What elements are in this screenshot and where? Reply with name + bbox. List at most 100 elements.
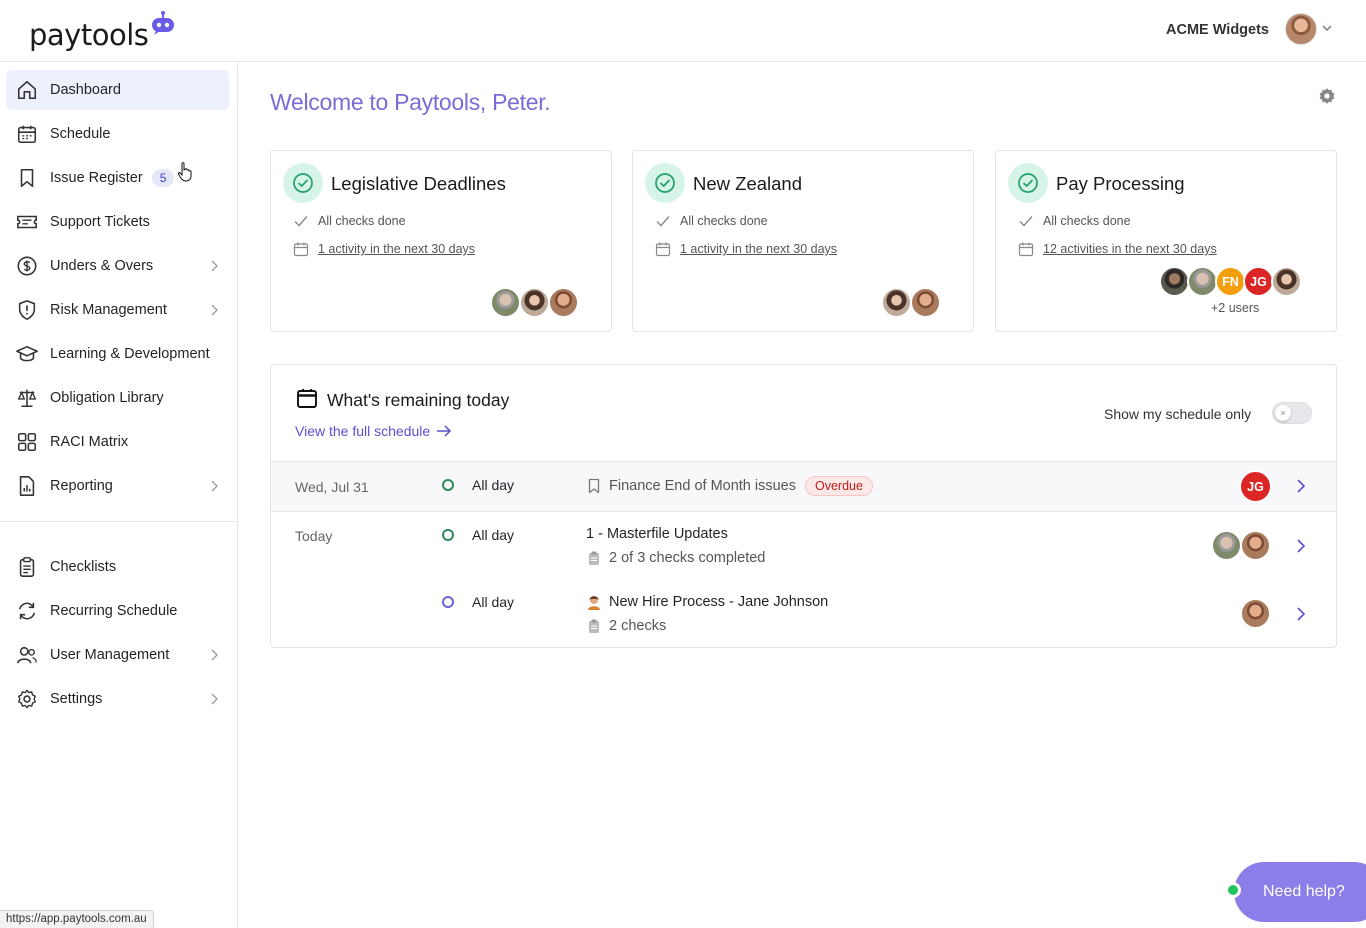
sidebar-item-settings[interactable]: Settings — [6, 679, 229, 719]
toggle-label: Show my schedule only — [1104, 406, 1252, 422]
shield-icon — [18, 300, 36, 321]
need-help-button[interactable]: Need help? — [1234, 862, 1366, 922]
schedule-row[interactable]: Wed, Jul 31 All day Finance End of Month… — [271, 461, 1336, 511]
row-date: Today — [295, 528, 333, 544]
chevron-down-icon[interactable] — [1321, 22, 1333, 34]
chevron-right-icon[interactable] — [1295, 538, 1307, 554]
sidebar-item-schedule[interactable]: Schedule — [6, 114, 229, 154]
sidebar-item-recurring-schedule[interactable]: Recurring Schedule — [6, 591, 229, 631]
avatar[interactable] — [490, 287, 521, 318]
chevron-right-icon[interactable] — [1295, 606, 1307, 622]
show-my-schedule-toggle[interactable]: × — [1272, 402, 1312, 424]
check-circle-icon — [283, 163, 323, 203]
card-status: All checks done — [293, 213, 406, 229]
avatar[interactable] — [1211, 530, 1242, 561]
robot-logo-icon — [152, 11, 175, 35]
dollar-icon — [17, 256, 37, 276]
card-pay-processing[interactable]: Pay Processing All checks done 12 activi… — [995, 150, 1337, 332]
card-activity: 1 activity in the next 30 days — [293, 241, 475, 257]
checkmark-icon — [656, 216, 670, 227]
schedule-group-today: Today All day 1 - Masterfile Updates 2 o… — [271, 511, 1336, 647]
avatar[interactable] — [1240, 530, 1271, 561]
row-title-text: Finance End of Month issues — [609, 478, 796, 494]
home-icon — [17, 80, 37, 100]
view-full-schedule-label: View the full schedule — [295, 423, 431, 439]
avatar-initials[interactable]: FN — [1215, 266, 1246, 297]
user-avatar[interactable] — [1285, 13, 1317, 45]
person-emoji-icon — [588, 596, 600, 610]
row-title[interactable]: New Hire Process - Jane Johnson — [586, 594, 828, 610]
row-title-text: New Hire Process - Jane Johnson — [609, 594, 829, 610]
assignee-avatar[interactable]: JG — [1239, 470, 1272, 503]
chevron-right-icon — [211, 693, 218, 705]
chevron-right-icon[interactable] — [1295, 478, 1307, 494]
checkmark-icon — [1019, 216, 1033, 227]
row-subtitle: 2 of 3 checks completed — [586, 550, 765, 566]
avatar[interactable] — [1187, 266, 1218, 297]
top-bar: paytools ACME Widgets — [0, 0, 1366, 62]
avatar[interactable] — [881, 287, 912, 318]
activity-link[interactable]: 12 activities in the next 30 days — [1043, 242, 1217, 256]
sidebar-item-learning-development[interactable]: Learning & Development — [6, 334, 229, 374]
sidebar-item-label: Learning & Development — [50, 346, 210, 362]
activity-link[interactable]: 1 activity in the next 30 days — [318, 242, 475, 256]
sidebar-item-raci-matrix[interactable]: RACI Matrix — [6, 422, 229, 462]
card-legislative-deadlines[interactable]: Legislative Deadlines All checks done 1 … — [270, 150, 612, 332]
gear-icon — [18, 689, 36, 709]
clipboard-icon — [589, 619, 599, 633]
sidebar-item-obligation-library[interactable]: Obligation Library — [6, 378, 229, 418]
clipboard-icon — [589, 551, 599, 565]
overdue-badge: Overdue — [805, 476, 873, 496]
avatar[interactable] — [1271, 266, 1302, 297]
organization-name[interactable]: ACME Widgets — [1166, 22, 1269, 38]
more-users-label[interactable]: +2 users — [1211, 301, 1259, 315]
avatar-initials[interactable]: JG — [1243, 266, 1274, 297]
ticket-icon — [17, 215, 37, 229]
calendar-icon — [1018, 242, 1034, 257]
row-title: Finance End of Month issues Overdue — [586, 476, 873, 496]
sidebar-item-user-management[interactable]: User Management — [6, 635, 229, 675]
avatar[interactable] — [1240, 598, 1271, 629]
sidebar-item-label: User Management — [50, 647, 170, 663]
check-circle-icon — [645, 163, 685, 203]
avatar[interactable] — [548, 287, 579, 318]
arrow-right-icon — [437, 425, 452, 437]
row-time: All day — [472, 527, 515, 543]
sidebar-item-reporting[interactable]: Reporting — [6, 466, 229, 506]
issue-count-badge: 5 — [151, 169, 175, 187]
clipboard-icon — [19, 557, 35, 577]
paytools-logo[interactable]: paytools — [29, 10, 176, 54]
report-icon — [19, 476, 35, 496]
sidebar-item-label: Dashboard — [50, 82, 121, 98]
graduation-cap-icon — [16, 345, 38, 362]
sidebar-item-checklists[interactable]: Checklists — [6, 547, 229, 587]
card-status: All checks done — [655, 213, 768, 229]
sidebar-item-label: Settings — [50, 691, 103, 707]
avatar[interactable] — [1159, 266, 1190, 297]
sidebar-item-issue-register[interactable]: Issue Register 5 — [6, 158, 229, 198]
gear-icon[interactable] — [1318, 87, 1336, 105]
avatar[interactable] — [519, 287, 550, 318]
sidebar-item-label: Unders & Overs — [50, 258, 154, 274]
scales-icon — [17, 389, 37, 408]
calendar-icon — [293, 242, 309, 257]
bookmark-icon — [20, 168, 34, 188]
chevron-right-icon — [211, 260, 218, 272]
card-status-text: All checks done — [1043, 214, 1131, 228]
status-bar-url: https://app.paytools.com.au — [0, 910, 154, 928]
sidebar-item-risk-management[interactable]: Risk Management — [6, 290, 229, 330]
sidebar-item-dashboard[interactable]: Dashboard — [6, 70, 229, 110]
sidebar-item-unders-overs[interactable]: Unders & Overs — [6, 246, 229, 286]
avatar[interactable] — [910, 287, 941, 318]
activity-link[interactable]: 1 activity in the next 30 days — [680, 242, 837, 256]
row-title[interactable]: 1 - Masterfile Updates — [586, 526, 728, 542]
view-full-schedule-link[interactable]: View the full schedule — [295, 423, 452, 439]
online-status-dot — [1225, 882, 1241, 898]
status-dot-icon — [442, 596, 454, 608]
calendar-icon — [655, 242, 671, 257]
sidebar-item-support-tickets[interactable]: Support Tickets — [6, 202, 229, 242]
sidebar-item-label: Risk Management — [50, 302, 167, 318]
sidebar-item-label: Obligation Library — [50, 390, 164, 406]
sidebar-item-label: RACI Matrix — [50, 434, 129, 450]
card-new-zealand[interactable]: New Zealand All checks done 1 activity i… — [632, 150, 974, 332]
